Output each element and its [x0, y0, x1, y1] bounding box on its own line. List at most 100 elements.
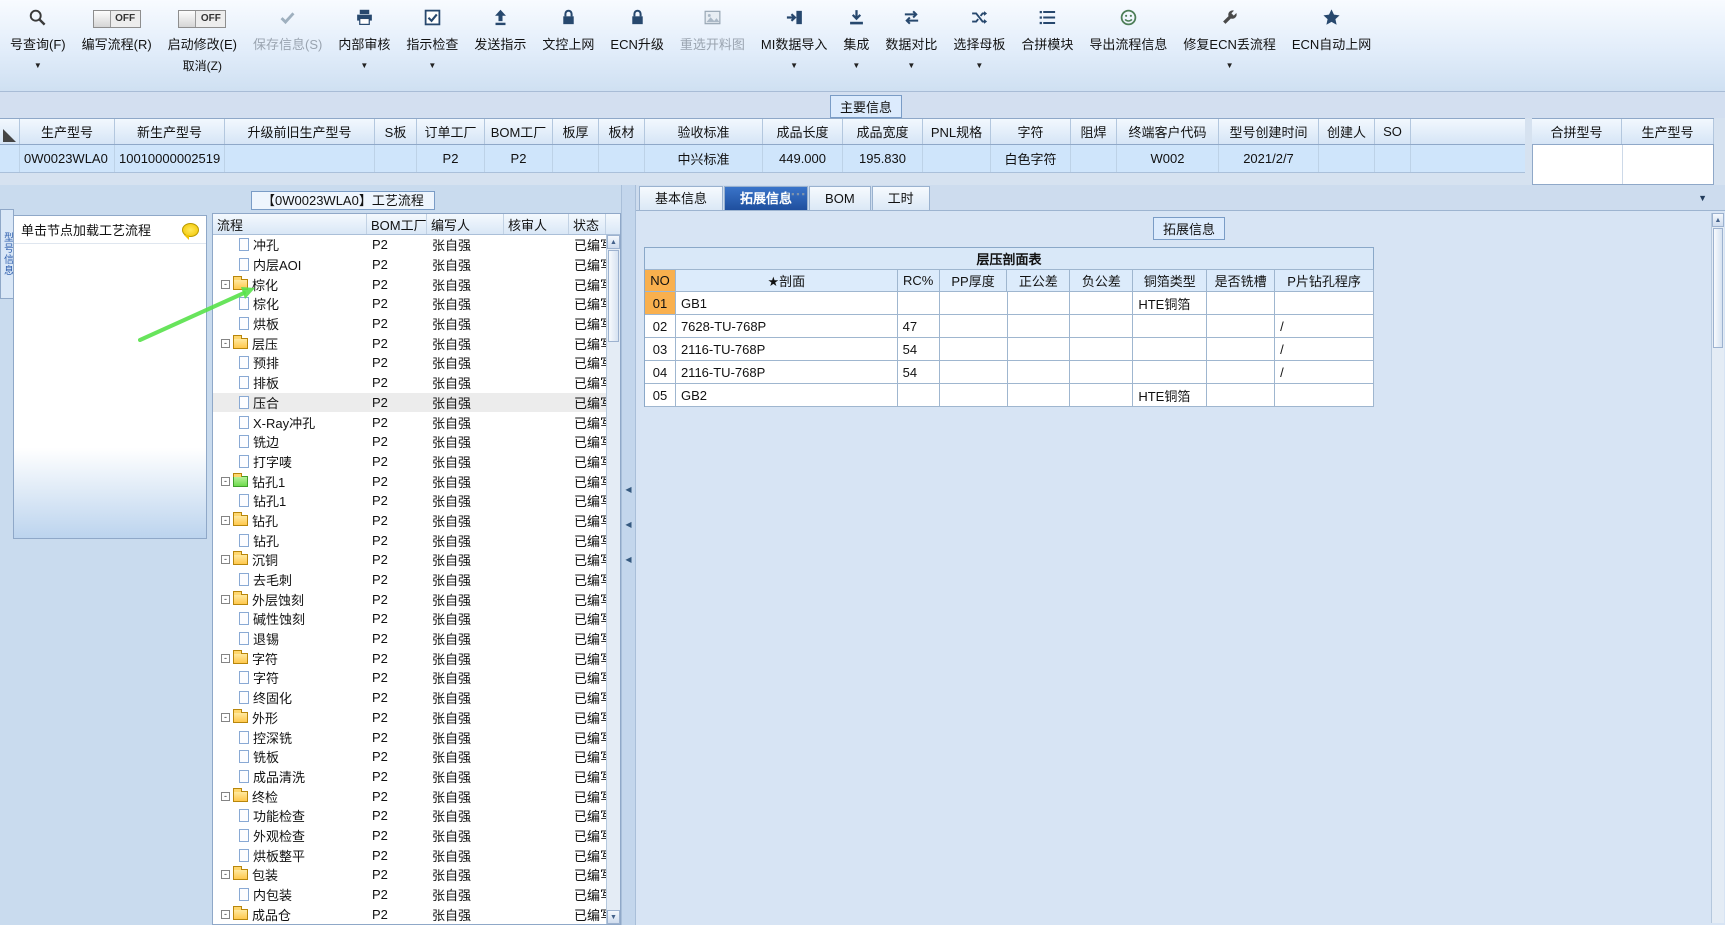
section-column-header[interactable]: RC%: [897, 270, 940, 292]
tree-node[interactable]: 预排: [213, 353, 367, 372]
row-cell[interactable]: [225, 145, 375, 172]
tree-row-X-Ray冲孔[interactable]: X-Ray冲孔 P2 张自强 已编写: [213, 412, 606, 432]
tree-collapse-icon[interactable]: -: [221, 338, 230, 348]
section-column-header[interactable]: 负公差: [1070, 270, 1134, 292]
toolbar-start-modify[interactable]: OFF 启动修改(E) 取消(Z): [160, 5, 245, 75]
tree-row-碱性蚀刻[interactable]: 碱性蚀刻 P2 张自强 已编写: [213, 609, 606, 629]
row-cell[interactable]: [375, 145, 417, 172]
side-header-prod-model[interactable]: 生产型号: [1622, 119, 1714, 144]
tree-row-内层AOI[interactable]: 内层AOI P2 张自强 已编写: [213, 255, 606, 275]
side-vertical-tab[interactable]: 型号信息: [0, 209, 14, 299]
tree-row-铣板[interactable]: 铣板 P2 张自强 已编写: [213, 747, 606, 767]
tree-row-包装[interactable]: - 包装 P2 张自强 已编写: [213, 865, 606, 885]
tree-row-内包装[interactable]: 内包装 P2 张自强 已编写: [213, 885, 606, 905]
tree-row-冲孔[interactable]: 冲孔 P2 张自强 已编写: [213, 235, 606, 255]
column-header[interactable]: 验收标准: [645, 119, 763, 144]
tree-column-header[interactable]: 编写人: [427, 214, 504, 234]
column-header[interactable]: PNL规格: [923, 119, 991, 144]
tree-scrollbar[interactable]: ▲ ▼: [606, 235, 620, 924]
tree-row-排板[interactable]: 排板 P2 张自强 已编写: [213, 373, 606, 393]
row-selector-cell[interactable]: [0, 145, 20, 172]
drag-handle-icon[interactable]: ▪▪▪▪: [786, 189, 807, 199]
tree-collapse-icon[interactable]: -: [221, 909, 230, 919]
tree-node[interactable]: 棕化: [213, 294, 367, 313]
dropdown-arrow-icon[interactable]: ▼: [34, 61, 42, 70]
dropdown-arrow-icon[interactable]: ▼: [907, 61, 915, 70]
tree-node[interactable]: - 棕化: [213, 275, 367, 294]
tree-collapse-icon[interactable]: -: [221, 870, 230, 880]
column-header[interactable]: 阻焊: [1071, 119, 1117, 144]
start-modify-toggle[interactable]: OFF: [178, 9, 227, 28]
tree-collapse-icon[interactable]: -: [221, 791, 230, 801]
tree-row-钻孔1[interactable]: 钻孔1 P2 张自强 已编写: [213, 491, 606, 511]
tree-node[interactable]: - 外层蚀刻: [213, 590, 367, 609]
column-header[interactable]: 字符: [991, 119, 1071, 144]
tree-node[interactable]: 控深铣: [213, 728, 367, 747]
tree-node[interactable]: - 外形: [213, 708, 367, 727]
row-cell[interactable]: 10010000002519: [115, 145, 225, 172]
tree-row-外形[interactable]: - 外形 P2 张自强 已编写: [213, 708, 606, 728]
tree-collapse-icon[interactable]: -: [221, 712, 230, 722]
toolbar-ecn-auto-upload[interactable]: ECN自动上网: [1284, 5, 1379, 75]
column-header[interactable]: 订单工厂: [417, 119, 485, 144]
detail-scrollbar[interactable]: ▲: [1711, 213, 1724, 923]
tree-row-终固化[interactable]: 终固化 P2 张自强 已编写: [213, 688, 606, 708]
tree-node[interactable]: 钻孔1: [213, 491, 367, 510]
row-cell[interactable]: 白色字符: [991, 145, 1071, 172]
tree-row-烘板[interactable]: 烘板 P2 张自强 已编写: [213, 314, 606, 334]
tree-column-header[interactable]: 核审人: [504, 214, 569, 234]
row-cell[interactable]: 195.830: [843, 145, 923, 172]
dropdown-arrow-icon[interactable]: ▼: [428, 61, 436, 70]
tree-node[interactable]: - 包装: [213, 865, 367, 884]
scroll-up-icon[interactable]: ▲: [607, 235, 620, 249]
tree-row-预排[interactable]: 预排 P2 张自强 已编写: [213, 353, 606, 373]
toolbar-doc-control-upload[interactable]: 文控上网: [534, 5, 602, 75]
toolbar-send-instruction[interactable]: 发送指示: [466, 5, 534, 75]
toolbar-fix-ecn-lost-flow[interactable]: 修复ECN丢流程 ▼: [1175, 5, 1283, 75]
row-cell[interactable]: [1071, 145, 1117, 172]
row-cell[interactable]: P2: [417, 145, 485, 172]
tree-row-棕化[interactable]: 棕化 P2 张自强 已编写: [213, 294, 606, 314]
toolbar-start-modify-cancel[interactable]: 取消(Z): [183, 57, 222, 75]
row-cell[interactable]: [1319, 145, 1375, 172]
column-header[interactable]: 新生产型号: [115, 119, 225, 144]
tree-collapse-icon[interactable]: -: [221, 515, 230, 525]
section-column-header[interactable]: NO: [645, 270, 676, 292]
row-cell[interactable]: P2: [485, 145, 553, 172]
toolbar-model-search[interactable]: 号查询(F) ▼: [2, 5, 74, 75]
panel-splitter[interactable]: ◀ ◀ ◀: [621, 185, 636, 925]
tree-row-字符[interactable]: - 字符 P2 张自强 已编写: [213, 648, 606, 668]
column-header[interactable]: 终端客户代码: [1117, 119, 1219, 144]
tree-row-棕化[interactable]: - 棕化 P2 张自强 已编写: [213, 274, 606, 294]
section-column-header[interactable]: 铜箔类型: [1133, 270, 1208, 292]
column-header[interactable]: 型号创建时间: [1219, 119, 1319, 144]
scroll-down-icon[interactable]: ▼: [607, 910, 620, 924]
scroll-up-icon[interactable]: ▲: [1712, 213, 1724, 227]
tree-row-打字唛[interactable]: 打字唛 P2 张自强 已编写: [213, 452, 606, 472]
tree-column-header[interactable]: 状态: [569, 214, 606, 234]
tree-row-压合[interactable]: 压合 P2 张自强 已编写: [213, 392, 606, 413]
column-header[interactable]: S板: [375, 119, 417, 144]
column-header[interactable]: 升级前旧生产型号: [225, 119, 375, 144]
toolbar-ecn-upgrade[interactable]: ECN升级: [602, 5, 671, 75]
tree-row-沉铜[interactable]: - 沉铜 P2 张自强 已编写: [213, 550, 606, 570]
row-cell[interactable]: [1375, 145, 1411, 172]
tree-row-功能检查[interactable]: 功能检查 P2 张自强 已编写: [213, 806, 606, 826]
main-info-label[interactable]: 主要信息: [830, 95, 903, 118]
column-header[interactable]: 生产型号: [20, 119, 115, 144]
dropdown-arrow-icon[interactable]: ▼: [790, 61, 798, 70]
row-cell[interactable]: 449.000: [763, 145, 843, 172]
section-row-05[interactable]: 05 GB2 HTE铜箔: [645, 384, 1375, 407]
tab-overflow-icon[interactable]: ▼: [1698, 193, 1707, 203]
tree-node[interactable]: - 终检: [213, 787, 367, 806]
tree-node[interactable]: - 钻孔: [213, 511, 367, 530]
tab-work-hours[interactable]: 工时: [871, 186, 930, 210]
toolbar-write-flow[interactable]: OFF 编写流程(R): [74, 5, 160, 75]
tree-node[interactable]: 碱性蚀刻: [213, 609, 367, 628]
tree-node[interactable]: - 钻孔1: [213, 472, 367, 491]
tree-node[interactable]: 成品清洗: [213, 767, 367, 786]
toolbar-select-mother-board[interactable]: 选择母板 ▼: [945, 5, 1013, 75]
row-cell[interactable]: [923, 145, 991, 172]
column-header[interactable]: SO: [1375, 119, 1411, 144]
tree-node[interactable]: 打字唛: [213, 452, 367, 471]
